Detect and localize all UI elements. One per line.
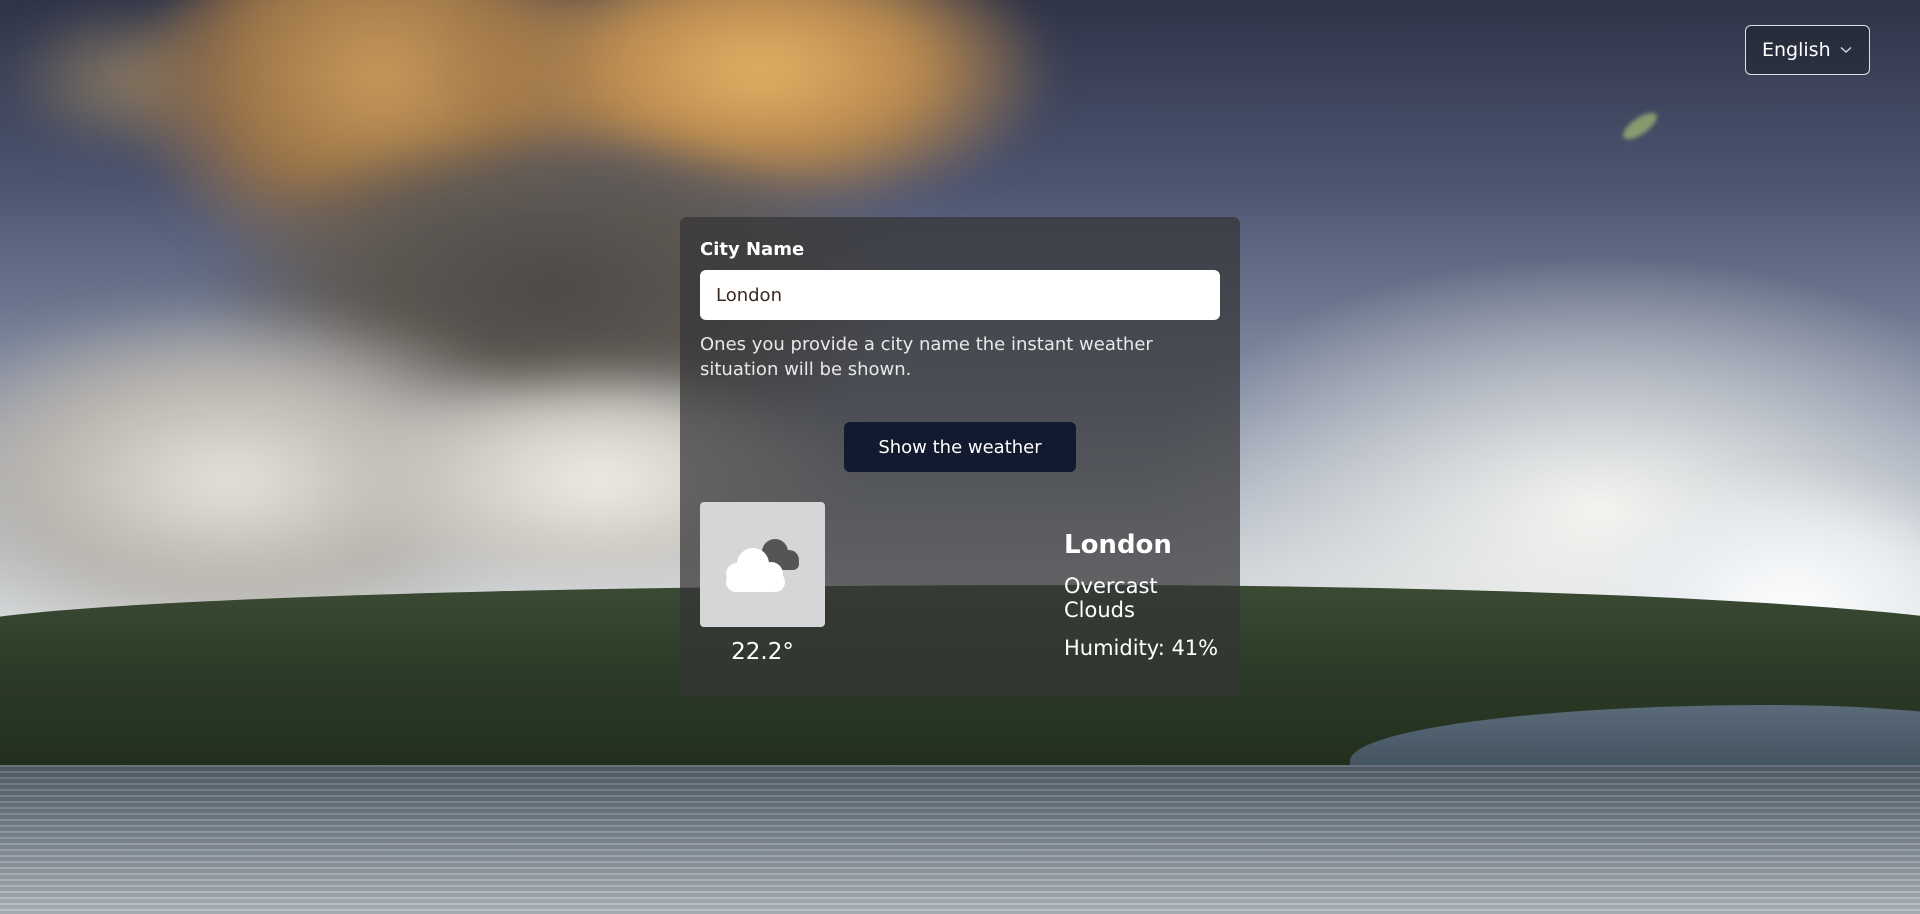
language-select[interactable]: English xyxy=(1745,25,1870,75)
temperature: 22.2° xyxy=(731,639,794,665)
weather-icon-tile xyxy=(700,502,825,627)
language-select-value: English xyxy=(1762,39,1831,61)
helper-text: Ones you provide a city name the instant… xyxy=(700,334,1153,380)
weather-result: 22.2° London Overcast Clouds Humidity: 4… xyxy=(700,502,1220,672)
city-name-label: City Name xyxy=(700,239,805,260)
overcast-clouds-icon xyxy=(725,538,799,592)
weather-info: London Overcast Clouds Humidity: 41% xyxy=(1064,530,1220,660)
weather-city: London xyxy=(1064,530,1172,560)
weather-card: City Name Ones you provide a city name t… xyxy=(680,217,1240,697)
show-weather-button[interactable]: Show the weather xyxy=(844,422,1076,472)
chevron-down-icon xyxy=(1839,43,1853,57)
city-name-input[interactable] xyxy=(700,270,1220,320)
humidity: Humidity: 41% xyxy=(1064,636,1219,660)
weather-description: Overcast Clouds xyxy=(1064,574,1158,622)
